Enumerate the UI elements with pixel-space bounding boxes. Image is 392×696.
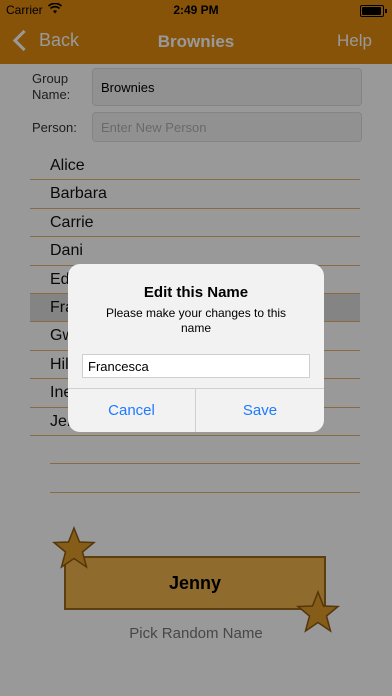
edit-name-input[interactable]: Francesca — [82, 354, 310, 378]
edit-name-dialog: Edit this Name Please make your changes … — [68, 264, 324, 432]
dialog-message: Please make your changes to this name — [105, 306, 287, 335]
save-button[interactable]: Save — [196, 389, 324, 432]
cancel-button[interactable]: Cancel — [68, 389, 195, 432]
dialog-title: Edit this Name — [143, 284, 249, 301]
